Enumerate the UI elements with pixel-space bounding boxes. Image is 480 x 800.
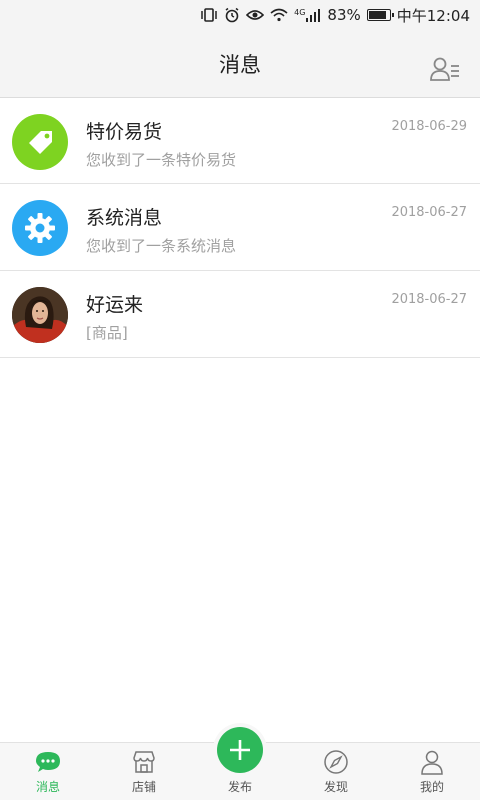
clock: 中午12:04 xyxy=(396,6,470,25)
nav-item-messages[interactable]: 消息 xyxy=(0,743,96,800)
eye-icon xyxy=(246,8,265,22)
wifi-icon xyxy=(270,8,288,22)
nav-label: 发布 xyxy=(227,780,252,794)
status-bar: 4G 83% 中午12:04 xyxy=(0,0,480,30)
contacts-button[interactable] xyxy=(430,56,460,82)
message-date: 2018-06-27 xyxy=(391,205,467,220)
message-item-haoyunlai[interactable]: 好运来 [商品] 2018-06-27 xyxy=(0,271,480,358)
gear-icon xyxy=(12,200,68,256)
chat-icon xyxy=(35,749,61,775)
person-icon xyxy=(419,749,445,775)
message-preview: [商品] xyxy=(86,324,128,342)
plus-icon xyxy=(230,740,250,760)
message-date: 2018-06-29 xyxy=(391,119,467,134)
vibrate-icon xyxy=(200,7,218,23)
message-preview: 您收到了一条系统消息 xyxy=(86,237,237,255)
nav-item-shop[interactable]: 店铺 xyxy=(96,743,192,800)
battery-percent: 83% xyxy=(327,6,361,24)
nav-label: 店铺 xyxy=(131,780,156,794)
nav-label: 我的 xyxy=(419,780,444,794)
nav-label: 消息 xyxy=(35,780,60,794)
message-preview: 您收到了一条特价易货 xyxy=(86,151,237,169)
alarm-icon xyxy=(224,7,240,23)
nav-item-discover[interactable]: 发现 xyxy=(288,743,384,800)
contacts-list-icon xyxy=(430,57,459,81)
message-title: 特价易货 xyxy=(86,121,163,143)
signal-icon: 4G xyxy=(294,8,321,22)
bottom-nav: 消息 店铺 发布 发现 我的 xyxy=(0,727,480,800)
message-date: 2018-06-27 xyxy=(391,292,467,307)
tag-icon xyxy=(12,114,68,170)
message-item-special-barter[interactable]: 特价易货 您收到了一条特价易货 2018-06-29 xyxy=(0,98,480,184)
nav-item-publish[interactable]: 发布 xyxy=(192,727,288,800)
page-title: 消息 xyxy=(219,52,261,77)
shop-icon xyxy=(131,749,157,775)
message-item-system[interactable]: 系统消息 您收到了一条系统消息 2018-06-27 xyxy=(0,184,480,271)
compass-icon xyxy=(323,749,349,775)
user-avatar xyxy=(12,287,68,343)
nav-item-me[interactable]: 我的 xyxy=(384,743,480,800)
battery-icon xyxy=(366,9,394,21)
header: 消息 xyxy=(0,30,480,98)
nav-label: 发现 xyxy=(323,780,348,794)
message-title: 好运来 xyxy=(86,294,144,316)
message-list: 特价易货 您收到了一条特价易货 2018-06-29 系统消息 您收到了一条系统… xyxy=(0,98,480,358)
message-title: 系统消息 xyxy=(86,207,163,229)
publish-button[interactable] xyxy=(217,727,263,773)
